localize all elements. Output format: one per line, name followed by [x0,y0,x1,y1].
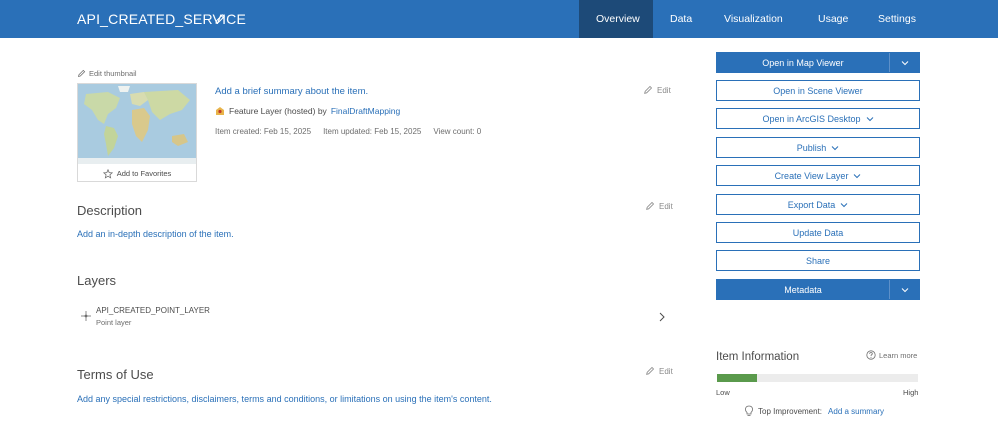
open-in-arcgis-desktop-button[interactable]: Open in ArcGIS Desktop [716,108,920,129]
edit-label: Edit [659,366,673,376]
create-view-layer-button[interactable]: Create View Layer [716,165,920,186]
chevron-down-icon [831,145,839,150]
chevron-down-icon [840,202,848,207]
metadata-dropdown-button[interactable] [889,280,919,299]
edit-description-link[interactable]: Edit [645,201,673,211]
description-heading: Description [77,203,143,218]
add-description-link[interactable]: Add an in-depth description of the item. [77,229,234,239]
share-button[interactable]: Share [716,250,920,271]
create-view-layer-label: Create View Layer [774,170,849,181]
item-updated: Item updated: Feb 15, 2025 [323,127,422,136]
publish-button[interactable]: Publish [716,137,920,158]
learn-more-link[interactable]: Learn more [866,350,917,360]
item-meta-row: Item created: Feb 15, 2025 Item updated:… [215,127,481,136]
pencil-icon[interactable] [214,13,226,25]
question-circle-icon [866,350,876,360]
add-a-summary-link[interactable]: Add a summary [828,407,884,416]
item-information-progress-fill [717,374,758,382]
add-to-favorites-label: Add to Favorites [116,169,172,178]
publish-label: Publish [796,142,827,153]
open-in-map-viewer-button[interactable]: Open in Map Viewer [717,53,889,72]
open-in-scene-viewer-button[interactable]: Open in Scene Viewer [716,80,920,101]
layers-heading: Layers [77,273,117,288]
layer-type-text: Feature Layer (hosted) by [229,106,327,116]
pencil-icon [644,85,653,94]
item-information-progress-bar [717,374,918,382]
map-viewer-dropdown-button[interactable] [889,53,919,72]
item-tabs: Overview Data Visualization Usage Settin… [579,0,933,38]
metadata-button[interactable]: Metadata [717,280,889,299]
export-data-button[interactable]: Export Data [716,194,920,215]
open-in-arcgis-desktop-label: Open in ArcGIS Desktop [762,113,861,124]
pencil-icon [646,366,655,375]
progress-low-label: Low [716,388,730,397]
add-to-favorites-button[interactable]: Add to Favorites [78,165,196,182]
thumbnail-card: Add to Favorites [77,83,197,182]
add-summary-link[interactable]: Add a brief summary about the item. [215,86,368,97]
edit-thumbnail-link[interactable]: Edit thumbnail [77,69,137,78]
item-created: Item created: Feb 15, 2025 [215,127,312,136]
thumbnail-map-image[interactable] [78,84,196,164]
update-data-button[interactable]: Update Data [716,222,920,243]
tab-data[interactable]: Data [653,0,707,38]
edit-thumbnail-label: Edit thumbnail [89,69,137,78]
feature-layer-icon [216,107,224,115]
view-count: View count: 0 [433,127,482,136]
open-in-map-viewer-split-button: Open in Map Viewer [716,52,920,73]
layer-name: API_CREATED_POINT_LAYER [96,306,210,315]
top-improvement-label: Top Improvement: [758,406,823,416]
metadata-split-button: Metadata [716,279,920,300]
tab-settings[interactable]: Settings [861,0,933,38]
tab-visualization[interactable]: Visualization [707,0,801,38]
item-information-heading: Item Information [716,351,800,363]
chevron-down-icon [901,287,908,292]
top-navigation-bar: API_CREATED_SERVICE Overview Data Visual… [0,0,998,38]
terms-heading: Terms of Use [77,367,154,382]
layer-row[interactable]: API_CREATED_POINT_LAYER Point layer [77,304,673,330]
point-layer-icon [81,311,91,321]
learn-more-label: Learn more [879,350,918,360]
chevron-right-icon [659,312,665,322]
chevron-down-icon [854,173,861,178]
edit-label: Edit [657,85,671,95]
add-terms-link[interactable]: Add any special restrictions, disclaimer… [77,394,492,404]
chevron-down-icon [866,116,873,121]
chevron-down-icon [901,60,908,65]
layer-type-line: Feature Layer (hosted) by FinalDraftMapp… [215,106,400,116]
owner-link[interactable]: FinalDraftMapping [331,106,400,116]
tab-overview[interactable]: Overview [579,0,653,38]
edit-label: Edit [659,201,673,211]
open-in-scene-viewer-label: Open in Scene Viewer [773,85,863,96]
lightbulb-icon [745,405,753,416]
progress-high-label: High [903,388,919,397]
export-data-label: Export Data [787,199,836,210]
share-label: Share [805,255,831,266]
layer-kind: Point layer [96,318,132,327]
edit-summary-link[interactable]: Edit [643,85,671,95]
pencil-icon [77,69,86,78]
pencil-icon [646,201,655,210]
update-data-label: Update Data [792,227,844,238]
tab-usage[interactable]: Usage [801,0,861,38]
top-improvement-line: Top Improvement: Add a summary [744,405,884,417]
edit-terms-link[interactable]: Edit [645,366,673,376]
star-icon [102,168,113,179]
